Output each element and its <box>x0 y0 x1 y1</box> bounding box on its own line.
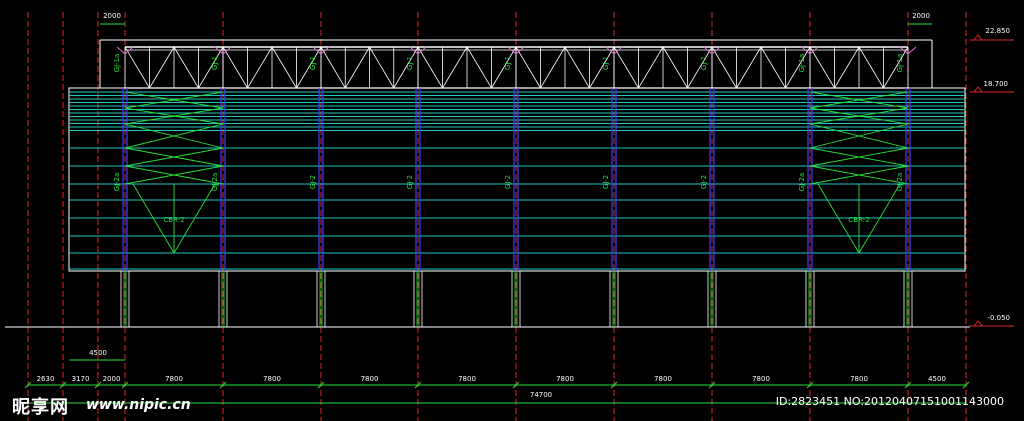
truss-diagonal <box>613 46 639 89</box>
wall-cladding <box>68 87 966 272</box>
bay-dimension-label: 3170 <box>72 375 90 383</box>
truss-label: GJ-1 <box>700 56 708 70</box>
column-label: GJ-2 <box>406 175 414 189</box>
bay-dimension-label: 2630 <box>37 375 55 383</box>
truss-diagonal <box>809 46 835 89</box>
truss-label: GJ-1 <box>602 56 610 70</box>
column-label: GJ-2 <box>602 175 610 189</box>
truss-diagonal <box>834 46 860 89</box>
truss-diagonal <box>662 46 688 89</box>
watermark-id: ID:2823451 NO:20120407151001143000 <box>775 395 1004 408</box>
bracing-label: CBR-2 <box>848 216 869 224</box>
bay-dimension-label: 7800 <box>458 375 476 383</box>
truss-diagonal <box>271 46 297 89</box>
truss-diagonal <box>736 46 762 89</box>
truss-diagonal <box>320 46 346 89</box>
bay-dimension-label: 7800 <box>556 375 574 383</box>
truss-label: GJ-1 <box>309 56 317 70</box>
truss-diagonal <box>369 46 395 89</box>
bay-dimension-label: 7800 <box>263 375 281 383</box>
bay-dimension-label: 2000 <box>103 375 121 383</box>
watermark-logo: 昵享网 <box>12 397 69 418</box>
truss-label: GJ-1 <box>504 56 512 70</box>
truss-diagonal <box>124 46 150 89</box>
truss-diagonal <box>638 46 664 89</box>
truss-diagonal <box>442 46 468 89</box>
top-right-dimension: 2000 <box>912 12 930 20</box>
truss-diagonal <box>540 46 566 89</box>
column-label: GJ-2 <box>309 175 317 189</box>
column-label: GJ-2a <box>896 173 904 192</box>
truss-joint-mark <box>320 46 330 55</box>
truss-label: GJ-1 <box>211 56 219 70</box>
truss-diagonal <box>173 46 199 89</box>
wall-outline <box>68 87 966 272</box>
elevation-marker-eave-arrow <box>972 86 984 93</box>
elevation-marker-top-arrow <box>972 34 984 41</box>
elevation-top: 22.850 <box>986 27 1011 35</box>
bay-dimension-label: 7800 <box>752 375 770 383</box>
bay-dimension-label: 4500 <box>928 375 946 383</box>
truss-label: GJ-1a <box>798 54 806 73</box>
total-dimension: 74700 <box>530 391 552 399</box>
bracing-label: CBR-2 <box>163 216 184 224</box>
column-label: GJ-2 <box>700 175 708 189</box>
truss-diagonal <box>711 46 737 89</box>
bay-dimension-label: 7800 <box>654 375 672 383</box>
elevation-marker-ground-arrow <box>972 320 984 327</box>
truss-diagonal <box>247 46 273 89</box>
truss-diagonal <box>760 46 786 89</box>
truss-diagonal <box>149 46 175 89</box>
truss-diagonal <box>564 46 590 89</box>
truss-diagonal <box>466 46 492 89</box>
truss-diagonal <box>515 46 541 89</box>
watermark-url: www.nipic.cn <box>86 397 191 413</box>
dimension-lines: 2630 3170 2000 7800 7800 7800 7800 7800 7800 7800… <box>24 23 1014 404</box>
truss-joint-mark <box>409 46 419 55</box>
column-label: GJ-2a <box>798 173 806 192</box>
truss-joint-mark <box>907 46 917 55</box>
elevation-ground: -0.050 <box>987 314 1010 322</box>
truss-label: GJ-1 <box>406 56 414 70</box>
elevation-eave: 18.700 <box>984 80 1009 88</box>
truss-label: GJ-1a <box>896 54 904 73</box>
bay-dimension-label: 7800 <box>361 375 379 383</box>
truss-diagonal <box>222 46 248 89</box>
left-4500-dimension: 4500 <box>89 349 107 357</box>
bay-dimension-label: 7800 <box>165 375 183 383</box>
truss-diagonal <box>344 46 370 89</box>
column-label: GJ-2 <box>504 175 512 189</box>
truss-joint-mark <box>116 46 126 55</box>
roof-truss <box>99 39 933 89</box>
truss-label: GJ-1a <box>113 54 121 73</box>
column-label: GJ-2a <box>113 173 121 192</box>
bay-dimension-label: 7800 <box>850 375 868 383</box>
column-label: GJ-2a <box>211 173 219 192</box>
elevation-drawing: 2630 3170 2000 7800 7800 7800 7800 7800 7800 7800… <box>5 12 1014 421</box>
truss-diagonal <box>417 46 443 89</box>
truss-diagonal <box>858 46 884 89</box>
top-left-dimension: 2000 <box>103 12 121 20</box>
